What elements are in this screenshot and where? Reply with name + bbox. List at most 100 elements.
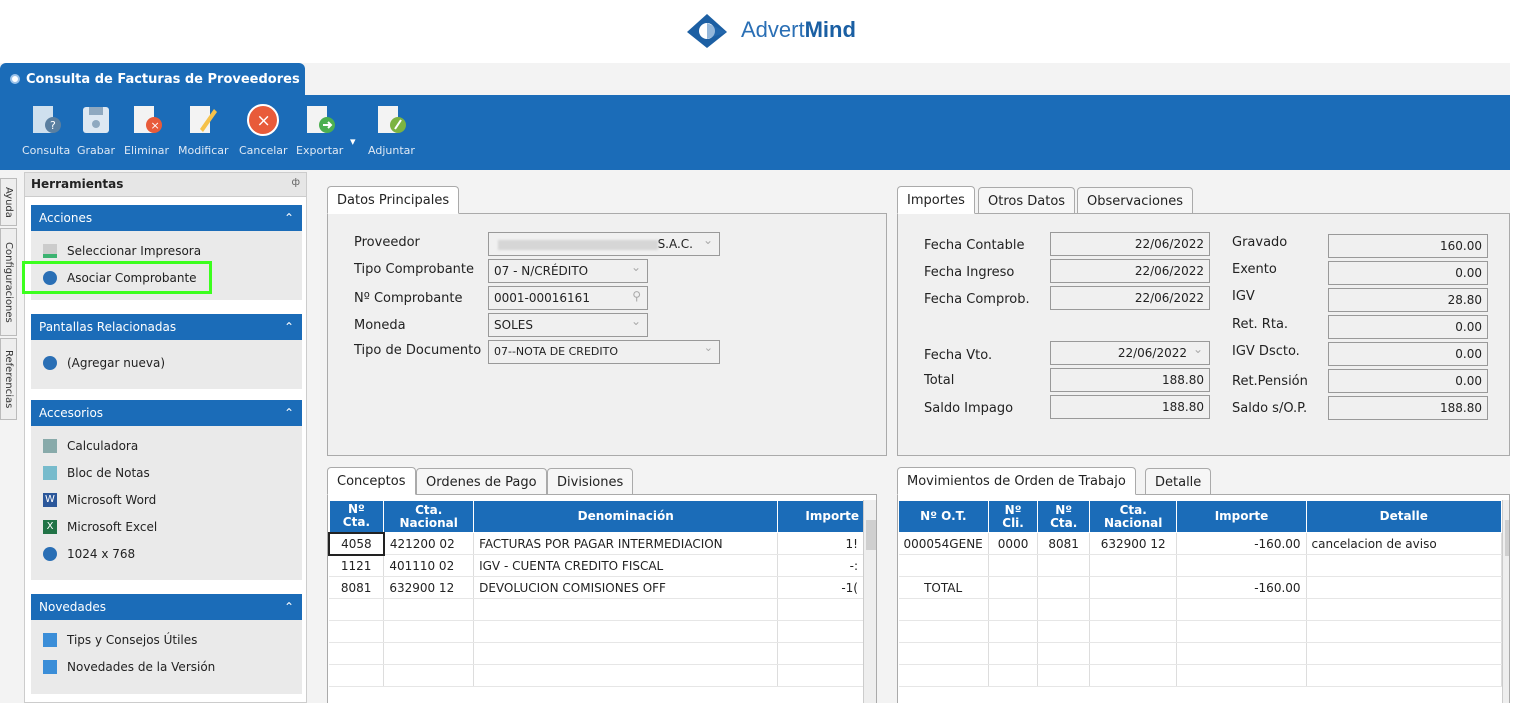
resolution-item[interactable]: 1024 x 768 (31, 540, 302, 567)
col-header[interactable]: Cta. Nacional (1088, 500, 1178, 533)
ret-pension-field[interactable]: 0.00 (1328, 369, 1488, 393)
proveedor-select[interactable]: S.A.C. (488, 232, 720, 256)
table-cell[interactable]: 401110 02 (383, 554, 475, 577)
importes-panel: Fecha Contable 22/06/2022 Fecha Ingreso … (897, 213, 1510, 456)
consulta-button[interactable]: ? Consulta (22, 103, 70, 157)
movimientos-scrollbar[interactable] (1502, 500, 1509, 703)
table-cell[interactable]: IGV - CUENTA CREDITO FISCAL (473, 554, 779, 577)
tab-ordenes-pago[interactable]: Ordenes de Pago (416, 468, 547, 496)
col-header[interactable]: Nº Cta. (328, 500, 385, 533)
table-row[interactable]: 1121 401110 02 IGV - CUENTA CREDITO FISC… (329, 554, 864, 577)
tab-movimientos[interactable]: Movimientos de Orden de Trabajo (897, 467, 1136, 495)
excel-item[interactable]: X Microsoft Excel (31, 513, 302, 540)
col-header[interactable]: Importe (777, 500, 864, 533)
col-header[interactable]: Detalle (1305, 500, 1503, 533)
novedades-header[interactable]: Novedades ⌃ (31, 594, 302, 620)
gravado-field[interactable]: 160.00 (1328, 234, 1488, 258)
tools-header: Herramientas ф (25, 173, 306, 197)
col-header[interactable]: Importe (1176, 500, 1307, 533)
igv-dscto-field[interactable]: 0.00 (1328, 342, 1488, 366)
table-cell[interactable]: cancelacion de aviso (1306, 532, 1503, 555)
exportar-dropdown[interactable]: ▾ (350, 135, 356, 148)
table-cell[interactable]: 632900 12 (1089, 532, 1178, 555)
table-row (329, 664, 864, 687)
window-title-tab[interactable]: Consulta de Facturas de Proveedores (0, 63, 305, 95)
tab-conceptos[interactable]: Conceptos (327, 467, 416, 495)
col-header[interactable]: Denominación (473, 500, 779, 533)
side-tab-configuraciones[interactable]: Configuraciones (0, 228, 17, 336)
col-header[interactable]: Nº Cli. (987, 500, 1039, 533)
fecha-comprob-field[interactable]: 22/06/2022 (1050, 286, 1210, 310)
eliminar-button[interactable]: × Eliminar (124, 103, 169, 157)
conceptos-scrollbar[interactable] (863, 500, 876, 703)
novedades-version-item[interactable]: Novedades de la Versión (31, 653, 302, 680)
cancelar-button[interactable]: × Cancelar (239, 103, 288, 157)
table-cell[interactable]: 0000 (988, 532, 1039, 555)
table-cell[interactable]: -1( (777, 576, 864, 599)
table-cell[interactable]: 8081 (329, 576, 385, 599)
side-tab-referencias[interactable]: Referencias (0, 338, 17, 420)
search-icon[interactable]: ⚲ (632, 289, 641, 303)
num-comprobante-label: Nº Comprobante (354, 291, 463, 306)
saldo-op-field[interactable]: 188.80 (1328, 396, 1488, 420)
table-cell[interactable]: 632900 12 (383, 576, 475, 599)
bloc-notas-item[interactable]: Bloc de Notas (31, 459, 302, 486)
table-cell[interactable]: 421200 02 (383, 532, 475, 555)
side-tab-ayuda[interactable]: Ayuda (0, 178, 17, 226)
agregar-nueva-item[interactable]: (Agregar nueva) (31, 349, 302, 376)
table-row[interactable]: 8081 632900 12 DEVOLUCION COMISIONES OFF… (329, 576, 864, 599)
col-header[interactable]: Nº Cta. (1037, 500, 1090, 533)
asociar-comprobante-item[interactable]: Asociar Comprobante (22, 261, 212, 294)
ret-rta-label: Ret. Rta. (1232, 317, 1289, 332)
modificar-button[interactable]: Modificar (178, 103, 229, 157)
pin-icon[interactable]: ф (291, 177, 300, 192)
table-cell[interactable]: 4058 (328, 531, 385, 556)
seleccionar-impresora-item[interactable]: Seleccionar Impresora (31, 237, 302, 264)
table-cell[interactable]: -160.00 (1176, 532, 1307, 555)
save-icon (83, 107, 110, 133)
table-row[interactable]: 000054GENE 0000 8081 632900 12 -160.00 c… (898, 532, 1503, 555)
table-cell[interactable]: 1121 (329, 554, 385, 577)
scrollbar-thumb[interactable] (866, 520, 876, 550)
fecha-ingreso-field[interactable]: 22/06/2022 (1050, 259, 1210, 283)
table-cell[interactable]: FACTURAS POR PAGAR INTERMEDIACION (473, 532, 779, 555)
fecha-vto-picker[interactable]: 22/06/2022 (1050, 341, 1210, 365)
table-row[interactable]: 4058 421200 02 FACTURAS POR PAGAR INTERM… (328, 531, 864, 556)
exportar-button[interactable]: Exportar (296, 103, 343, 157)
fecha-contable-field[interactable]: 22/06/2022 (1050, 232, 1210, 256)
brand-name: AdvertMind (741, 17, 856, 42)
col-header[interactable]: Nº O.T. (898, 500, 989, 533)
igv-field[interactable]: 28.80 (1328, 288, 1488, 312)
relacionadas-header[interactable]: Pantallas Relacionadas ⌃ (31, 314, 302, 340)
moneda-select[interactable]: SOLES (488, 313, 648, 337)
ret-rta-field[interactable]: 0.00 (1328, 315, 1488, 339)
tab-observaciones[interactable]: Observaciones (1077, 187, 1193, 215)
scrollbar-thumb[interactable] (1505, 520, 1509, 556)
table-cell[interactable]: -: (777, 554, 864, 577)
grabar-button[interactable]: Grabar (77, 103, 115, 157)
table-cell[interactable]: 000054GENE (898, 532, 989, 555)
table-cell[interactable]: 1! (777, 532, 864, 555)
table-cell[interactable]: 8081 (1037, 532, 1090, 555)
tab-otros-datos[interactable]: Otros Datos (978, 187, 1076, 215)
total-field[interactable]: 188.80 (1050, 368, 1210, 392)
num-comprobante-input[interactable]: 0001-00016161 ⚲ (488, 286, 648, 310)
igv-dscto-label: IGV Dscto. (1232, 344, 1300, 359)
accesorios-header[interactable]: Accesorios ⌃ (31, 400, 302, 426)
col-header[interactable]: Cta. Nacional (383, 500, 475, 533)
tipo-comprobante-select[interactable]: 07 - N/CRÉDITO (488, 259, 648, 283)
saldo-impago-field[interactable]: 188.80 (1050, 395, 1210, 419)
exento-field[interactable]: 0.00 (1328, 261, 1488, 285)
exento-label: Exento (1232, 262, 1277, 277)
tab-datos-principales[interactable]: Datos Principales (327, 186, 460, 214)
tab-detalle[interactable]: Detalle (1145, 468, 1212, 496)
tips-item[interactable]: Tips y Consejos Útiles (31, 626, 302, 653)
tab-importes[interactable]: Importes (897, 186, 975, 214)
table-cell[interactable]: DEVOLUCION COMISIONES OFF (473, 576, 779, 599)
acciones-header[interactable]: Acciones ⌃ (31, 205, 302, 231)
calculadora-item[interactable]: Calculadora (31, 432, 302, 459)
tab-divisiones[interactable]: Divisiones (547, 468, 634, 496)
adjuntar-button[interactable]: Adjuntar (368, 103, 415, 157)
tipo-documento-select[interactable]: 07--NOTA DE CREDITO (488, 340, 720, 364)
word-item[interactable]: W Microsoft Word (31, 486, 302, 513)
